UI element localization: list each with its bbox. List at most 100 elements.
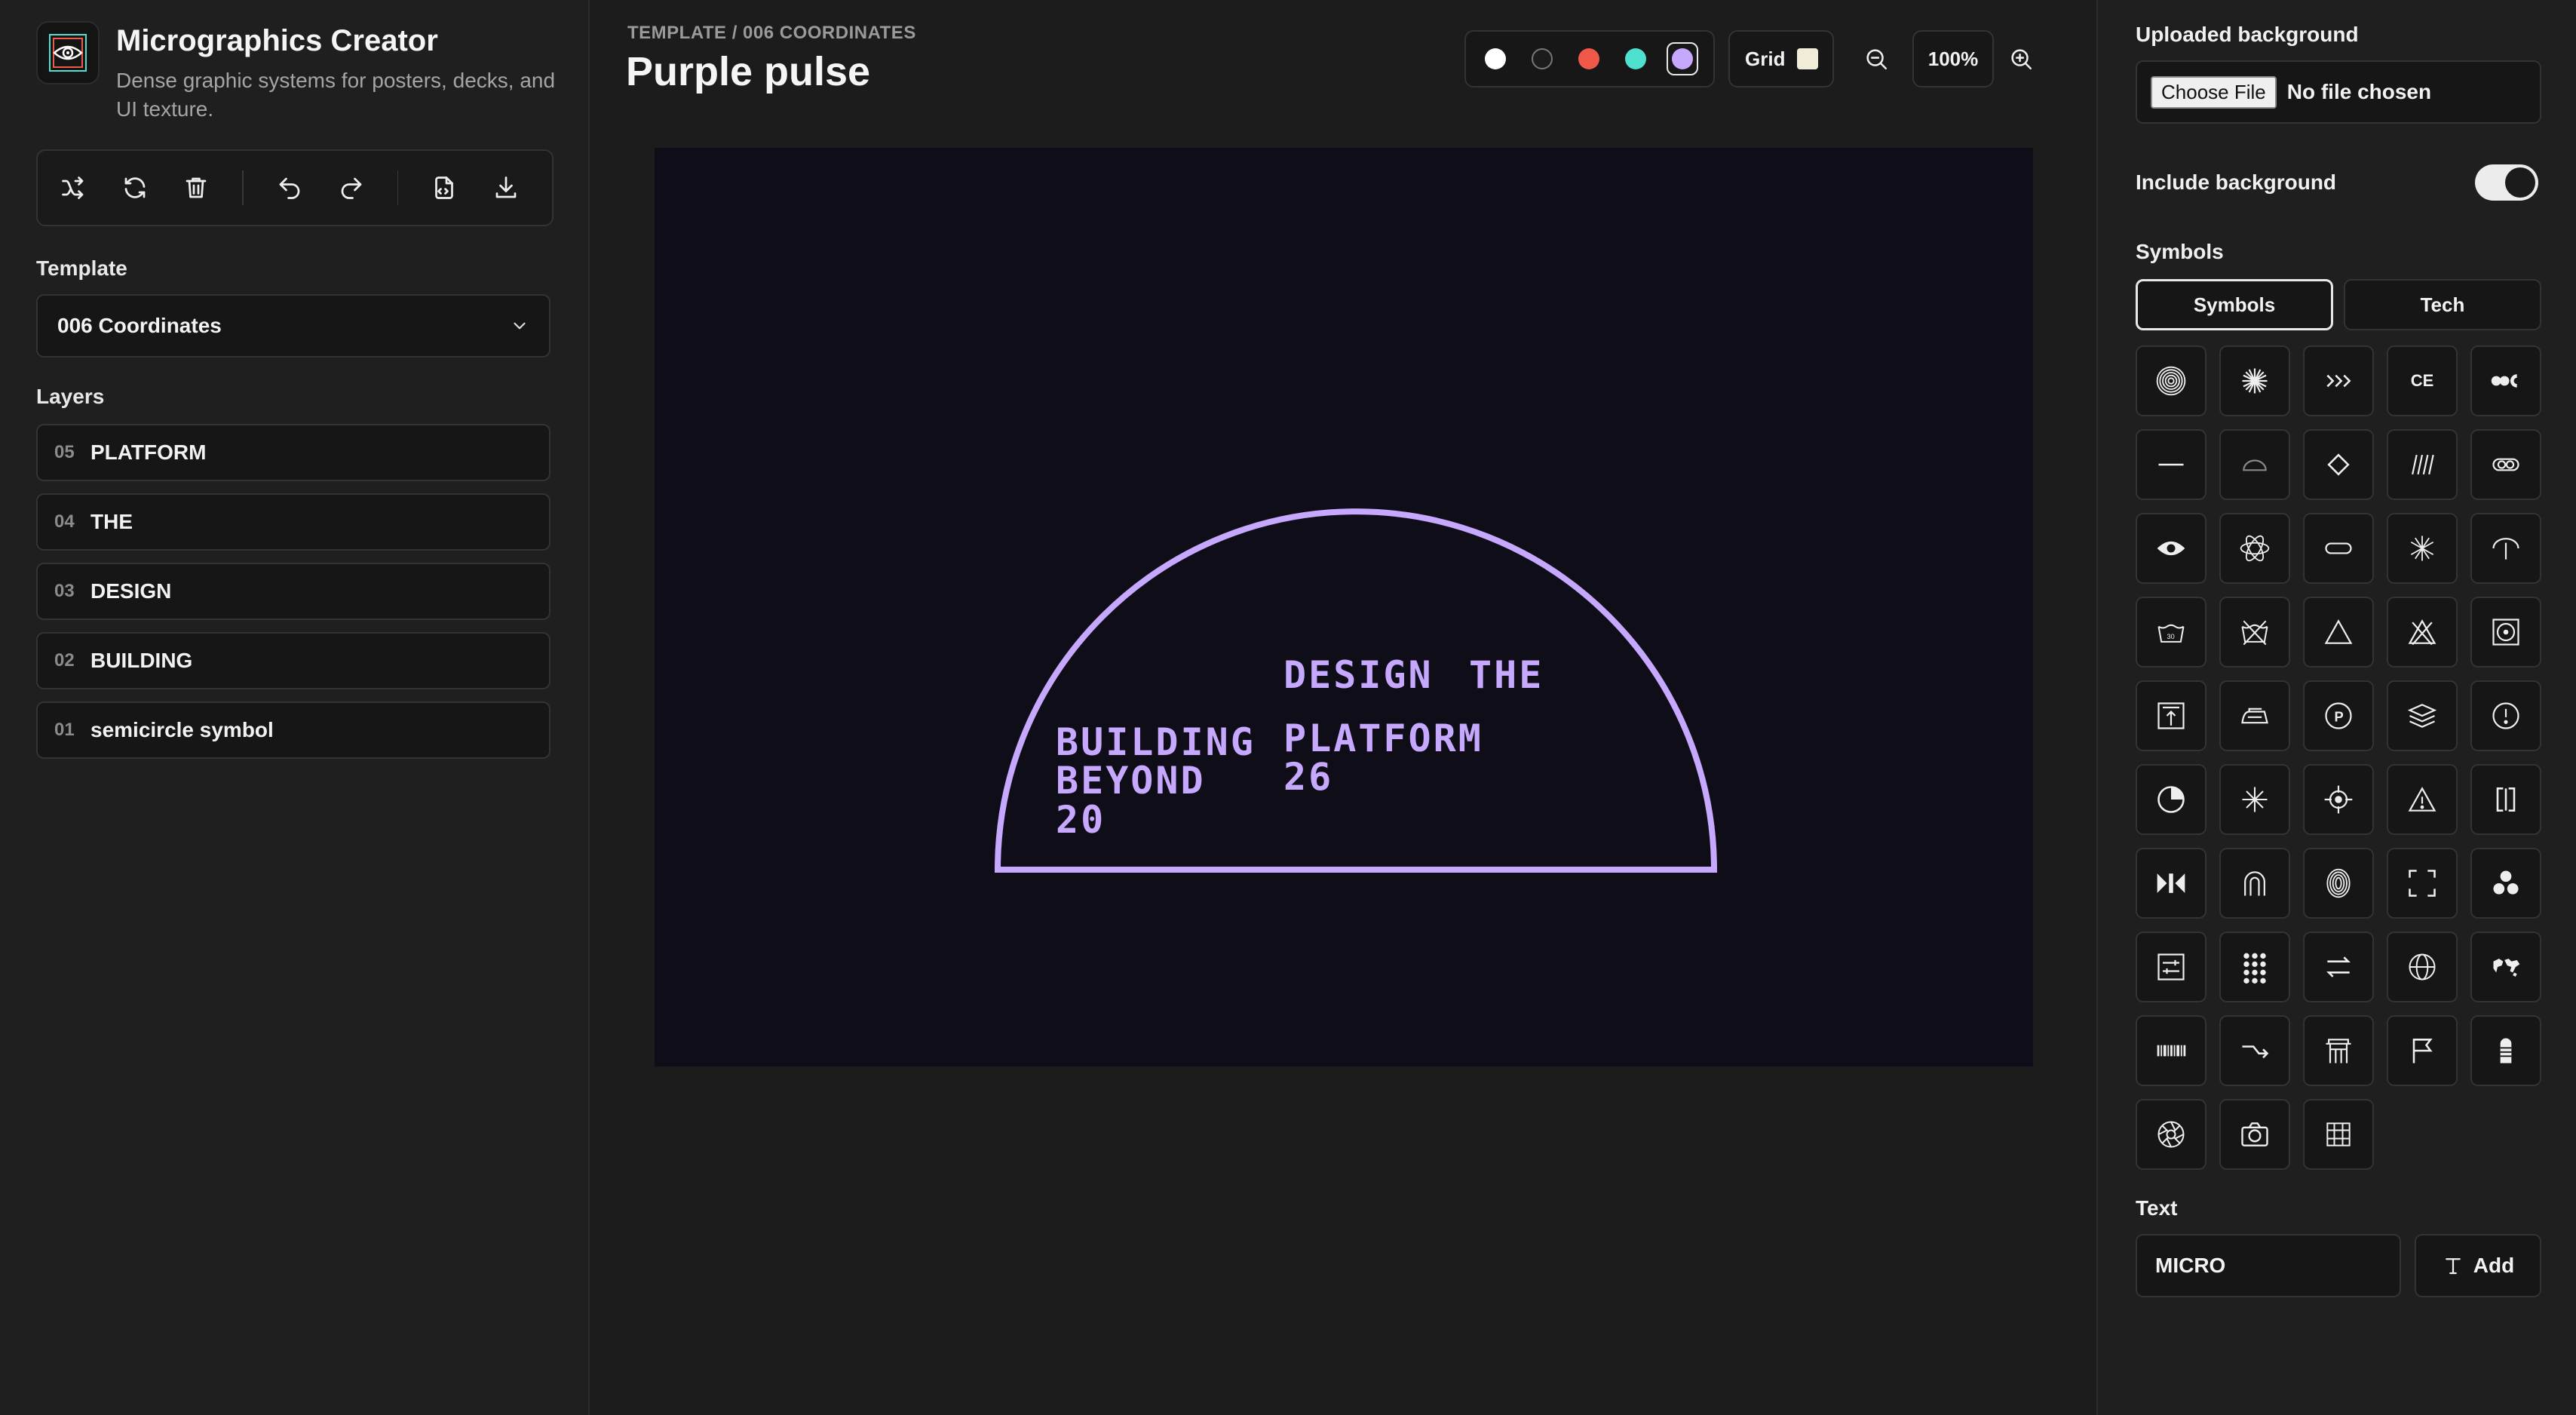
symbol-world-map[interactable]: [2470, 932, 2541, 1002]
symbol-no-bleach[interactable]: [2387, 597, 2458, 668]
symbol-info[interactable]: [2470, 680, 2541, 751]
crosshair-icon: [2324, 785, 2353, 814]
swatch-teal[interactable]: [1620, 42, 1651, 75]
symbol-eye[interactable]: [2136, 513, 2206, 584]
twentysix-text[interactable]: 26: [1283, 755, 1333, 799]
symbol-fingerprint[interactable]: [2303, 848, 2374, 919]
twenty-text[interactable]: 20: [1056, 798, 1106, 842]
symbol-tabs: Symbols Tech: [2136, 279, 2541, 330]
zoom-level[interactable]: 100%: [1912, 30, 1994, 87]
undo-button[interactable]: [274, 170, 305, 206]
app-title: Micrographics Creator: [116, 24, 438, 57]
symbol-sparkle[interactable]: [2219, 764, 2290, 835]
layer-item-the[interactable]: 04 THE: [36, 493, 550, 551]
symbol-iron[interactable]: [2219, 680, 2290, 751]
building-text[interactable]: BUILDING: [1056, 720, 1256, 764]
include-background-toggle[interactable]: [2475, 164, 2538, 201]
layer-item-semicircle-symbol[interactable]: 01 semicircle symbol: [36, 701, 550, 759]
delete-button[interactable]: [181, 170, 213, 206]
symbol-aperture[interactable]: [2136, 1099, 2206, 1170]
symbol-triangle[interactable]: [2303, 597, 2374, 668]
symbol-atom[interactable]: [2219, 513, 2290, 584]
grid-toggle[interactable]: Grid: [1728, 30, 1834, 87]
download-button[interactable]: [490, 170, 522, 206]
redo-button[interactable]: [336, 170, 367, 206]
symbol-globe[interactable]: [2387, 932, 2458, 1002]
symbol-dots-grid[interactable]: [2219, 932, 2290, 1002]
template-select[interactable]: 006 Coordinates: [36, 294, 550, 358]
symbol-no-wash[interactable]: [2219, 597, 2290, 668]
starburst-icon: [2242, 368, 2268, 394]
layer-item-building[interactable]: 02 BUILDING: [36, 632, 550, 689]
symbol-diamond[interactable]: [2303, 429, 2374, 500]
text-input[interactable]: MICRO: [2136, 1234, 2401, 1297]
symbol-parking[interactable]: P: [2303, 680, 2374, 751]
symbol-layers[interactable]: [2387, 680, 2458, 751]
symbol-swap[interactable]: [2303, 932, 2374, 1002]
symbol-gate[interactable]: [2303, 1015, 2374, 1086]
symbol-chevrons[interactable]: [2303, 345, 2374, 416]
hook-arrow-icon: [2242, 1045, 2269, 1059]
symbol-warning[interactable]: [2387, 764, 2458, 835]
symbol-frame-corners[interactable]: [2387, 848, 2458, 919]
symbol-crosshair[interactable]: [2303, 764, 2374, 835]
no-bleach-icon: [2408, 619, 2436, 646]
warning-icon: [2408, 787, 2436, 812]
symbol-brackets[interactable]: [2470, 764, 2541, 835]
iron-icon: [2241, 708, 2268, 724]
zoom-out-button[interactable]: [1858, 41, 1894, 77]
symbol-radiation[interactable]: [2470, 848, 2541, 919]
symbol-starburst[interactable]: [2219, 345, 2290, 416]
add-text-button[interactable]: Add: [2415, 1234, 2541, 1297]
symbol-chain[interactable]: [2470, 429, 2541, 500]
symbol-flag[interactable]: [2387, 1015, 2458, 1086]
tab-tech[interactable]: Tech: [2344, 279, 2541, 330]
export-button[interactable]: [428, 170, 460, 206]
choose-file-button[interactable]: Choose File: [2151, 75, 2277, 109]
symbol-upload-box[interactable]: [2136, 680, 2206, 751]
symbol-bullet[interactable]: [2470, 1015, 2541, 1086]
left-sidebar: Micrographics Creator Dense graphic syst…: [0, 0, 590, 1415]
symbol-dome[interactable]: [2219, 429, 2290, 500]
beyond-text[interactable]: BEYOND: [1056, 759, 1206, 803]
swatch-purple[interactable]: [1666, 42, 1699, 75]
file-upload[interactable]: Choose File No file chosen: [2136, 60, 2541, 124]
layer-item-design[interactable]: 03 DESIGN: [36, 563, 550, 620]
symbol-camera[interactable]: [2219, 1099, 2290, 1170]
refresh-button[interactable]: [119, 170, 151, 206]
symbol-bowtie[interactable]: [2136, 848, 2206, 919]
layer-number: 04: [54, 511, 75, 532]
tab-symbols[interactable]: Symbols: [2136, 279, 2333, 330]
symbol-arch[interactable]: [2219, 848, 2290, 919]
shuffle-button[interactable]: [57, 170, 89, 206]
the-text[interactable]: THE: [1469, 653, 1544, 697]
design-text[interactable]: DESIGN: [1283, 653, 1434, 697]
symbol-asterisk[interactable]: [2387, 513, 2458, 584]
symbol-umbrella[interactable]: [2470, 513, 2541, 584]
action-toolbar: [36, 149, 554, 226]
frame-corners-icon: [2409, 870, 2436, 897]
platform-text[interactable]: PLATFORM: [1283, 717, 1483, 760]
swatch-dark[interactable]: [1526, 42, 1558, 75]
symbol-wash[interactable]: 30: [2136, 597, 2206, 668]
symbol-line[interactable]: [2136, 429, 2206, 500]
hatch-icon: [2412, 454, 2434, 475]
symbol-ce-mark[interactable]: CE: [2387, 345, 2458, 416]
symbol-sliders[interactable]: [2136, 932, 2206, 1002]
artboard-canvas[interactable]: DESIGN THE BUILDING BEYOND 20 PLATFORM 2…: [655, 148, 2033, 1067]
layer-item-platform[interactable]: 05 PLATFORM: [36, 424, 550, 481]
swatch-white[interactable]: [1480, 42, 1511, 75]
symbol-pill[interactable]: [2303, 513, 2374, 584]
symbol-circles[interactable]: [2470, 345, 2541, 416]
symbol-hook-arrow[interactable]: [2219, 1015, 2290, 1086]
symbol-pie[interactable]: [2136, 764, 2206, 835]
grid-checkbox[interactable]: [1797, 48, 1819, 69]
symbol-tumble-dry[interactable]: [2470, 597, 2541, 668]
fingerprint-icon: [2326, 868, 2351, 898]
symbol-table-grid[interactable]: [2303, 1099, 2374, 1170]
zoom-in-button[interactable]: [2003, 41, 2039, 77]
symbol-spiral[interactable]: [2136, 345, 2206, 416]
swatch-red[interactable]: [1573, 42, 1605, 75]
symbol-hatch[interactable]: [2387, 429, 2458, 500]
symbol-barcode[interactable]: [2136, 1015, 2206, 1086]
